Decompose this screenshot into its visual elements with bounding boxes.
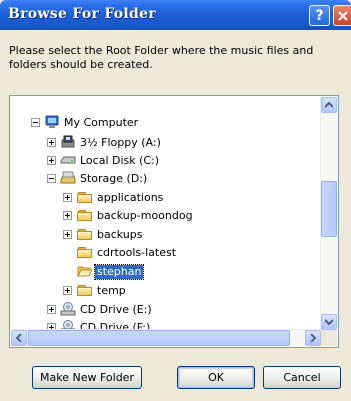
ok-button[interactable]: OK [177,366,255,389]
hard-drive-icon [60,156,76,164]
horizontal-scroll-thumb[interactable] [28,330,290,346]
help-button[interactable]: ? [309,5,330,26]
computer-icon [45,115,59,128]
tree-label-applications[interactable]: applications [95,191,165,205]
tree-label-storage[interactable]: Storage (D:) [78,172,149,186]
folder-icon [77,227,93,241]
tree-label-backups[interactable]: backups [95,228,145,242]
title-bar[interactable]: Browse For Folder ? [0,0,351,30]
tree-label-floppy[interactable]: 3½ Floppy (A:) [78,136,163,150]
collapse-icon[interactable] [31,118,40,127]
scroll-up-button[interactable] [321,97,337,113]
close-icon [337,10,348,21]
chevron-up-icon [325,102,333,108]
expand-icon[interactable] [63,230,72,239]
cd-drive-icon [60,302,76,316]
horizontal-scrollbar[interactable] [11,329,321,346]
folder-icon [77,190,93,204]
vertical-scroll-thumb[interactable] [321,181,337,237]
expand-icon[interactable] [63,286,72,295]
tree-label-cdrtools-latest[interactable]: cdrtools-latest [95,246,178,260]
cancel-button[interactable]: Cancel [263,366,341,389]
tree-label-cd-drive-e[interactable]: CD Drive (E:) [78,303,154,317]
expand-icon[interactable] [47,305,56,314]
chevron-down-icon [325,319,333,325]
expand-icon[interactable] [47,156,56,165]
folder-tree[interactable]: My Computer 3½ Floppy (A:) Local Disk (C… [9,95,339,348]
hard-drive-icon [60,171,76,184]
vertical-scrollbar[interactable] [320,97,337,330]
help-icon: ? [315,7,324,24]
tree-label-temp[interactable]: temp [95,284,128,298]
browse-for-folder-dialog: Browse For Folder ? Please select the Ro… [0,0,351,401]
window-title: Browse For Folder [8,6,157,22]
expand-icon[interactable] [47,138,56,147]
folder-icon [77,245,93,259]
scrollbar-corner [321,330,337,346]
expand-icon[interactable] [63,193,72,202]
tree-label-local-disk[interactable]: Local Disk (C:) [78,154,161,168]
tree-label-stephan[interactable]: stephan [93,264,145,280]
chevron-left-icon [16,334,22,342]
scroll-right-button[interactable] [305,330,321,346]
expand-icon[interactable] [63,211,72,220]
instruction-text: Please select the Root Folder where the … [9,44,314,71]
scroll-left-button[interactable] [11,330,27,346]
chevron-right-icon [310,334,316,342]
tree-label-my-computer[interactable]: My Computer [62,116,140,130]
make-new-folder-button[interactable]: Make New Folder [32,366,142,389]
open-folder-icon [77,266,93,277]
floppy-drive-icon [61,135,75,148]
folder-icon [77,208,93,222]
folder-icon [77,283,93,297]
close-button[interactable] [333,5,351,26]
scroll-down-button[interactable] [321,314,337,330]
collapse-icon[interactable] [47,174,56,183]
tree-label-backup-moondog[interactable]: backup-moondog [95,209,195,223]
